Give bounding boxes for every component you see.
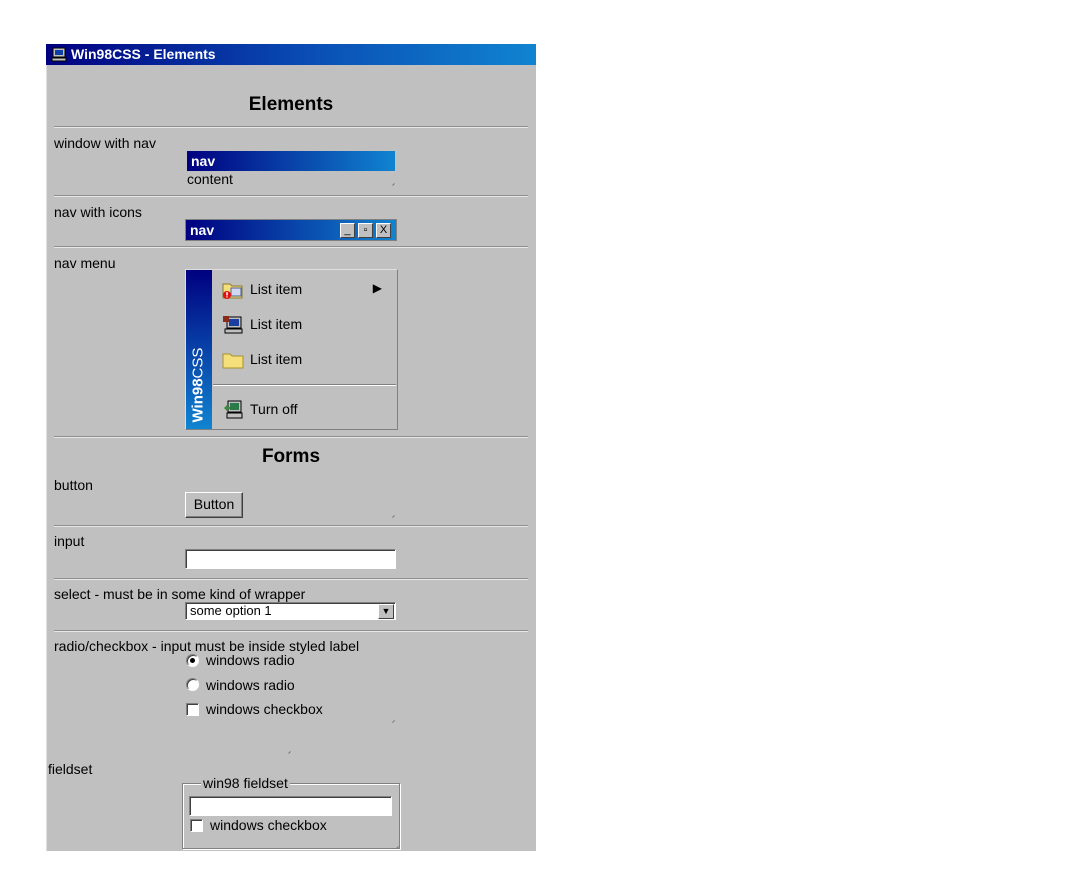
menu-separator — [213, 384, 396, 386]
menu-item-label: List item — [250, 351, 303, 367]
divider — [54, 578, 528, 580]
label-select: select - must be in some kind of wrapper — [54, 586, 306, 602]
resize-grip[interactable] — [286, 748, 292, 754]
menu-item-label: List item — [250, 281, 303, 297]
label-fieldset: fieldset — [48, 761, 93, 777]
fieldset-checkbox[interactable] — [190, 819, 203, 832]
resize-grip[interactable] — [390, 512, 396, 518]
resize-grip[interactable] — [390, 180, 396, 186]
menu-item-turn-off[interactable]: Turn off — [222, 397, 392, 423]
fieldset-box — [182, 783, 400, 849]
fieldset-legend: win98 fieldset — [201, 775, 290, 791]
demo-nav-bar[interactable]: nav — [187, 151, 395, 171]
label-nav-with-icons: nav with icons — [54, 204, 142, 220]
checkbox-label: windows checkbox — [206, 701, 323, 717]
window-title: Win98CSS - Elements — [71, 46, 216, 62]
resize-grip[interactable] — [390, 717, 396, 723]
menu-item-label: Turn off — [250, 401, 298, 417]
fieldset-text-input[interactable] — [189, 796, 392, 816]
main-window: Win98CSS - Elements Elements window with… — [46, 44, 536, 851]
maximize-button[interactable]: ▫ — [358, 223, 373, 238]
divider — [54, 630, 528, 632]
demo-select[interactable]: some option 1 ▼ — [185, 602, 396, 620]
radio-button-2[interactable] — [186, 678, 199, 691]
elements-heading: Elements — [248, 94, 334, 115]
label-window-with-nav: window with nav — [54, 135, 156, 151]
label-button: button — [54, 477, 93, 493]
menu-item-3[interactable]: List item — [222, 347, 392, 373]
divider — [54, 525, 528, 527]
nav-title: nav — [191, 153, 216, 169]
label-input: input — [54, 533, 85, 549]
minimize-button[interactable]: _ — [340, 223, 355, 238]
folder-icon — [222, 353, 244, 369]
menu-item-label: List item — [250, 316, 303, 332]
divider — [54, 195, 528, 197]
demo-content-text: content — [187, 171, 233, 187]
start-menu: Win98CSS List item ▶ List item List item… — [185, 269, 398, 430]
title-bar[interactable]: Win98CSS - Elements — [46, 44, 536, 65]
divider — [54, 246, 528, 248]
radio-button-1[interactable] — [186, 654, 199, 667]
shutdown-computer-icon — [224, 400, 243, 419]
checkbox[interactable] — [186, 703, 199, 716]
sidebar-brand-bold: Win98 — [189, 378, 207, 423]
demo-nav-bar-with-icons[interactable]: nav _ ▫ X — [185, 219, 397, 241]
divider — [54, 436, 528, 438]
nav-title: nav — [190, 222, 215, 238]
dropdown-arrow-icon[interactable]: ▼ — [378, 604, 394, 619]
radio-label-1: windows radio — [206, 652, 295, 668]
demo-button[interactable]: Button — [185, 492, 243, 518]
submenu-arrow-icon: ▶ — [372, 281, 382, 295]
close-button[interactable]: X — [376, 223, 391, 238]
demo-text-input[interactable] — [185, 549, 396, 569]
forms-heading: Forms — [261, 446, 321, 467]
menu-sidebar-banner: Win98CSS — [186, 270, 212, 429]
label-nav-menu: nav menu — [54, 255, 116, 271]
sidebar-brand-rest: CSS — [189, 347, 207, 379]
fieldset-checkbox-label: windows checkbox — [210, 817, 327, 833]
divider — [54, 126, 528, 128]
menu-item-2[interactable]: List item — [222, 312, 392, 338]
computer-icon — [51, 47, 67, 62]
computer-icon — [223, 316, 243, 334]
resize-grip[interactable] — [394, 843, 400, 849]
select-value: some option 1 — [190, 603, 272, 618]
radio-label-2: windows radio — [206, 677, 295, 693]
folder-warning-icon — [222, 283, 243, 299]
menu-item-1[interactable]: List item ▶ — [222, 277, 392, 303]
